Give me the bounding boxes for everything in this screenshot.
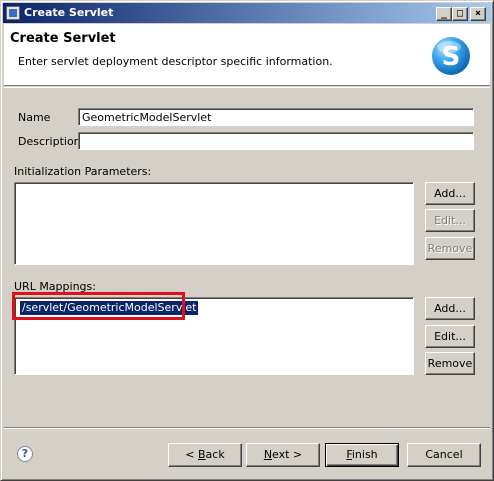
page-description: Enter servlet deployment descriptor spec… <box>18 55 333 68</box>
title-bar[interactable]: Create Servlet _ □ × <box>3 3 491 23</box>
init-params-label: Initialization Parameters: <box>14 165 152 178</box>
url-mappings-add-button[interactable]: Add... <box>425 297 475 320</box>
close-button[interactable]: × <box>470 7 486 21</box>
window-title: Create Servlet <box>24 6 114 19</box>
finish-rest: inish <box>351 448 378 461</box>
back-rest: ack <box>205 448 225 461</box>
back-mnemonic: B <box>198 448 206 461</box>
header-separator <box>4 87 490 88</box>
url-mapping-item[interactable]: /servlet/GeometricModelServlet <box>18 300 200 316</box>
create-servlet-dialog: Create Servlet _ □ × Create Servlet Ente… <box>0 0 494 481</box>
page-title: Create Servlet <box>10 31 116 46</box>
url-mappings-remove-button[interactable]: Remove <box>425 352 475 375</box>
logo-letter: S <box>442 42 461 72</box>
maximize-icon: □ <box>456 8 464 19</box>
init-params-remove-button[interactable]: Remove <box>425 237 475 260</box>
wizard-header: Create Servlet Enter servlet deployment … <box>4 24 490 86</box>
minimize-button[interactable]: _ <box>436 7 452 21</box>
init-params-list[interactable] <box>14 182 414 265</box>
name-label: Name <box>18 111 51 124</box>
description-field[interactable] <box>78 132 474 150</box>
url-mappings-edit-button[interactable]: Edit... <box>425 325 475 348</box>
cancel-button[interactable]: Cancel <box>407 443 481 467</box>
window-icon <box>6 6 20 20</box>
minimize-icon: _ <box>440 8 448 19</box>
maximize-button[interactable]: □ <box>452 7 468 21</box>
next-suffix: > <box>289 448 303 461</box>
next-rest: ext <box>272 448 290 461</box>
help-question-icon[interactable]: ? <box>17 446 33 462</box>
name-field[interactable]: GeometricModelServlet <box>78 108 474 126</box>
finish-button[interactable]: Finish <box>325 443 399 467</box>
url-mappings-label: URL Mappings: <box>14 280 96 293</box>
next-mnemonic: N <box>263 448 273 461</box>
back-button[interactable]: < Back <box>168 443 242 467</box>
description-label: Description <box>18 135 81 148</box>
next-button[interactable]: Next > <box>246 443 320 467</box>
servlet-logo-s-icon: S <box>432 37 470 75</box>
init-params-edit-button[interactable]: Edit... <box>425 209 475 232</box>
back-prefix: < <box>185 448 198 461</box>
close-icon: × <box>474 8 482 19</box>
init-params-add-button[interactable]: Add... <box>425 182 475 205</box>
url-mappings-list[interactable]: /servlet/GeometricModelServlet <box>14 297 414 375</box>
footer-separator <box>4 427 490 429</box>
